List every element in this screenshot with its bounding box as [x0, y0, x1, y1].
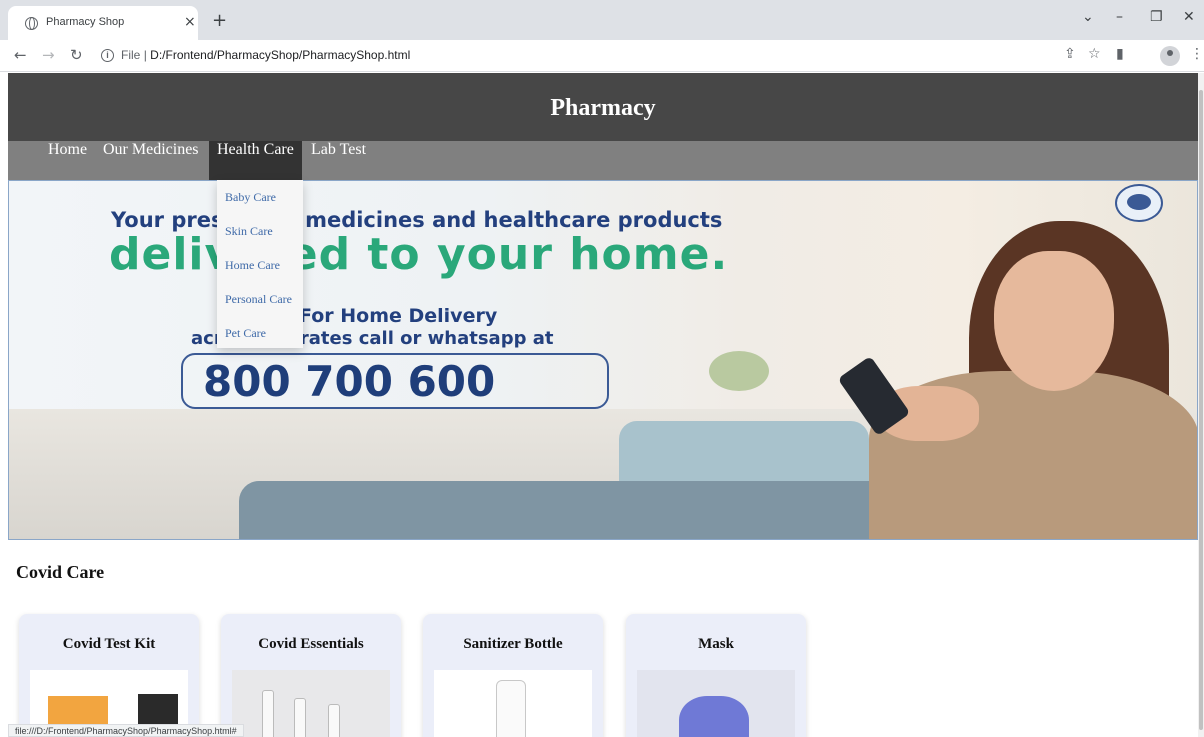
product-image [637, 670, 795, 737]
browser-tab[interactable]: Pharmacy Shop × [8, 6, 198, 40]
star-icon[interactable]: ☆ [1088, 46, 1101, 62]
dropdown-item-personal-care[interactable]: Personal Care [225, 292, 292, 307]
pharmacy-logo [1115, 184, 1163, 222]
swab-bundle [328, 704, 340, 737]
browser-tabstrip: Pharmacy Shop × + ⌄ – ❐ ✕ [0, 0, 1204, 40]
dropper-bottle [294, 698, 306, 737]
product-card[interactable]: Covid Test Kit [19, 614, 199, 737]
woman-face [994, 251, 1114, 391]
product-card[interactable]: Sanitizer Bottle [423, 614, 603, 737]
product-title: Sanitizer Bottle [463, 636, 563, 652]
dropdown-item-skin-care[interactable]: Skin Care [225, 224, 273, 239]
product-image [232, 670, 390, 737]
product-image [434, 670, 592, 737]
product-title: Mask [698, 636, 734, 652]
close-window-icon[interactable]: ✕ [1183, 9, 1195, 25]
status-bar-url: file:///D:/Frontend/PharmacyShop/Pharmac… [8, 724, 244, 737]
nav-lab-test[interactable]: Lab Test [303, 141, 374, 180]
sidepanel-icon[interactable]: ▮ [1116, 46, 1124, 62]
hero-tagline: delivered to your home. [109, 229, 729, 280]
restore-icon[interactable]: ❐ [1150, 9, 1163, 25]
phone-number: 800 700 600 [203, 357, 496, 406]
new-tab-button[interactable]: + [212, 10, 227, 31]
share-icon[interactable]: ⇪ [1064, 46, 1076, 62]
url-field[interactable]: i File | D:/Frontend/PharmacyShop/Pharma… [96, 44, 1056, 68]
product-card[interactable]: Covid Essentials [221, 614, 401, 737]
chevron-down-icon[interactable]: ⌄ [1082, 9, 1094, 25]
profile-icon[interactable] [1160, 46, 1180, 66]
minimize-icon[interactable]: – [1116, 9, 1123, 25]
menu-icon[interactable]: ⋮ [1190, 46, 1204, 62]
health-care-dropdown: Baby Care Skin Care Home Care Personal C… [217, 180, 303, 348]
product-title: Covid Essentials [258, 636, 364, 652]
info-icon[interactable]: i [101, 49, 114, 62]
dropdown-item-pet-care[interactable]: Pet Care [225, 326, 266, 341]
dropdown-item-baby-care[interactable]: Baby Care [225, 190, 276, 205]
url-path: D:/Frontend/PharmacyShop/PharmacyShop.ht… [150, 48, 411, 62]
tab-title: Pharmacy Shop [46, 16, 125, 28]
product-card[interactable]: Mask [626, 614, 806, 737]
nav-home[interactable]: Home [40, 141, 95, 180]
site-header: Pharmacy [8, 73, 1198, 141]
dropdown-item-home-care[interactable]: Home Care [225, 258, 280, 273]
hero-banner: Your prescribed medicines and healthcare… [8, 180, 1198, 540]
hero-delivery-label: For Home Delivery [299, 305, 498, 327]
url-separator: | [143, 48, 147, 62]
scrollbar-thumb[interactable] [1199, 90, 1203, 730]
sanitizer-bottle [496, 680, 526, 737]
nav-health-care[interactable]: Health Care [209, 141, 302, 180]
site-title: Pharmacy [550, 95, 656, 121]
mask-illustration [679, 696, 749, 737]
plant-illustration [709, 351, 769, 391]
nav-our-medicines[interactable]: Our Medicines [95, 141, 207, 180]
url-scheme: File [121, 48, 141, 62]
address-bar: ← → ↻ i File | D:/Frontend/PharmacyShop/… [0, 40, 1204, 72]
url-text: File | D:/Frontend/PharmacyShop/Pharmacy… [121, 48, 410, 62]
section-title: Covid Care [16, 562, 105, 582]
globe-icon [25, 17, 38, 30]
back-arrow-icon[interactable]: ← [14, 46, 27, 64]
forward-arrow-icon[interactable]: → [42, 46, 55, 64]
reload-icon[interactable]: ↻ [70, 46, 83, 64]
spray-bottle [262, 690, 274, 737]
close-tab-icon[interactable]: × [184, 14, 196, 30]
product-title: Covid Test Kit [62, 636, 156, 652]
phone-number-box: 800 700 600 [181, 353, 609, 409]
sofa-illustration [239, 481, 959, 539]
main-nav: Home Our Medicines Health Care Lab Test [8, 141, 1198, 180]
